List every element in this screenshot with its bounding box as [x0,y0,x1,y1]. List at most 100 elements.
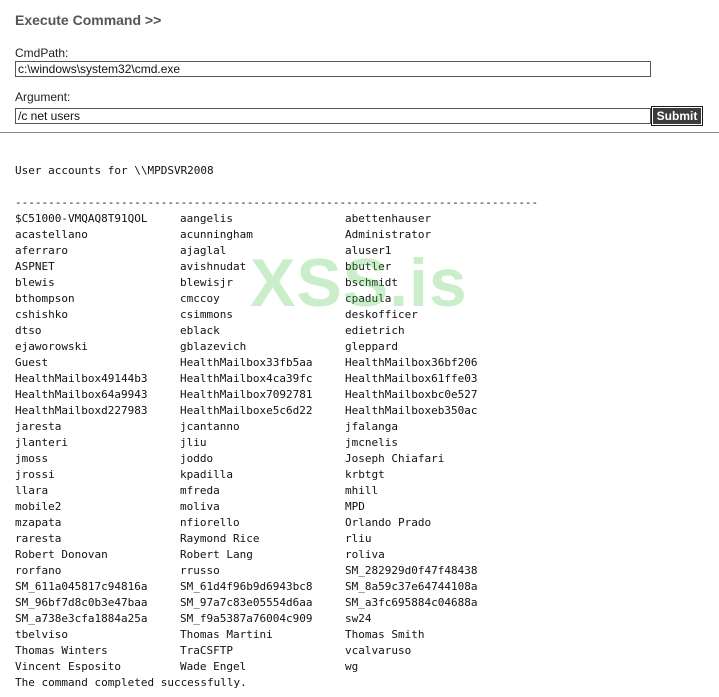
account-name: jcantanno [180,420,240,433]
output-blank-line [15,179,538,195]
account-name: SM_a3fc695884c04688a [345,596,478,609]
account-row: tbelviso Thomas Martini Thomas Smith [15,627,538,643]
account-row: dtso eblack edietrich [15,323,538,339]
account-name: Thomas Martini [180,628,273,641]
account-name: sw24 [345,612,372,625]
output-separator: ----------------------------------------… [15,196,539,209]
account-name: blewisjr [180,276,233,289]
account-name: Vincent Esposito [15,660,121,673]
account-name: Administrator [345,228,432,241]
account-name: avishnudat [180,260,247,273]
submit-button[interactable]: Submit [651,106,703,126]
page-title: Execute Command >> [15,12,162,28]
account-row: aferraro ajaglal aluser1 [15,243,538,259]
account-name: HealthMailbox36bf206 [345,356,478,369]
account-name: krbtgt [345,468,385,481]
account-name: HealthMailbox7092781 [180,388,313,401]
account-row: acastellano acunningham Administrator [15,227,538,243]
account-name: gleppard [345,340,398,353]
account-name: HealthMailboxeb350ac [345,404,478,417]
argument-label: Argument: [15,90,71,104]
account-name: HealthMailbox4ca39fc [180,372,313,385]
account-row: SM_a738e3cfa1884a25a SM_f9a5387a76004c909… [15,611,538,627]
account-name: mfreda [180,484,220,497]
account-name: SM_f9a5387a76004c909 [180,612,313,625]
account-name: aluser1 [345,244,392,257]
account-name: MPD [345,500,365,513]
account-name: abettenhauser [345,212,432,225]
account-name: Thomas Winters [15,644,108,657]
account-name: mzapata [15,516,62,529]
account-name: Robert Lang [180,548,253,561]
account-name: Raymond Rice [180,532,260,545]
account-name: rrusso [180,564,220,577]
account-row: llara mfreda mhill [15,483,538,499]
account-row: Robert Donovan Robert Lang roliva [15,547,538,563]
account-row: SM_611a045817c94816a SM_61d4f96b9d6943bc8… [15,579,538,595]
argument-input[interactable] [15,108,651,124]
divider [0,132,719,133]
account-name: bschmidt [345,276,398,289]
account-row: bthompson cmccoy cpadula [15,291,538,307]
account-name: HealthMailbox49144b3 [15,372,148,385]
command-output: User accounts for \\MPDSVR2008 ---------… [15,163,538,691]
account-name: $C51000-VMQAQ8T91QOL [15,212,148,225]
account-name: SM_96bf7d8c0b3e47baa [15,596,148,609]
accounts-list: $C51000-VMQAQ8T91QOL aangelis abettenhause… [15,211,538,675]
account-name: jfalanga [345,420,398,433]
account-row: HealthMailbox49144b3 HealthMailbox4ca39fc… [15,371,538,387]
account-name: edietrich [345,324,405,337]
account-name: HealthMailboxe5c6d22 [180,404,313,417]
account-name: deskofficer [345,308,418,321]
account-name: mhill [345,484,379,497]
account-name: HealthMailboxbc0e527 [345,388,478,401]
account-row: jaresta jcantanno jfalanga [15,419,538,435]
account-name: gblazevich [180,340,247,353]
account-name: Guest [15,356,49,369]
account-name: kpadilla [180,468,233,481]
account-name: jlanteri [15,436,68,449]
account-name: cshishko [15,308,68,321]
account-row: Guest HealthMailbox33fb5aa HealthMailbox36… [15,355,538,371]
account-name: TraCSFTP [180,644,233,657]
account-row: HealthMailbox64a9943 HealthMailbox7092781… [15,387,538,403]
account-name: SM_282929d0f47f48438 [345,564,478,577]
account-row: jrossi kpadilla krbtgt [15,467,538,483]
account-row: $C51000-VMQAQ8T91QOL aangelis abettenhause… [15,211,538,227]
account-name: roliva [345,548,385,561]
account-name: HealthMailbox61ffe03 [345,372,478,385]
account-name: ASPNET [15,260,55,273]
account-name: ajaglal [180,244,227,257]
account-name: moliva [180,500,220,513]
account-name: mobile2 [15,500,62,513]
cmdpath-label: CmdPath: [15,46,69,60]
account-row: Vincent Esposito Wade Engel wg [15,659,538,675]
account-row: mobile2 moliva MPD [15,499,538,515]
cmdpath-input[interactable] [15,61,651,77]
account-name: cpadula [345,292,392,305]
account-row: jmoss joddo Joseph Chiafari [15,451,538,467]
account-name: aferraro [15,244,68,257]
account-row: SM_96bf7d8c0b3e47baa SM_97a7c83e05554d6aa… [15,595,538,611]
account-name: wg [345,660,359,673]
output-footer: The command completed successfully. [15,676,247,689]
account-name: Thomas Smith [345,628,425,641]
account-name: Robert Donovan [15,548,108,561]
account-name: HealthMailboxd227983 [15,404,148,417]
account-name: ejaworowski [15,340,88,353]
account-row: mzapata nfiorello Orlando Prado [15,515,538,531]
account-name: csimmons [180,308,233,321]
account-name: SM_611a045817c94816a [15,580,148,593]
account-row: rorfano rrusso SM_282929d0f47f48438 [15,563,538,579]
account-name: jmcnelis [345,436,398,449]
account-name: vcalvaruso [345,644,412,657]
account-row: jlanteri jliu jmcnelis [15,435,538,451]
account-name: jliu [180,436,207,449]
account-name: dtso [15,324,42,337]
account-name: SM_a738e3cfa1884a25a [15,612,148,625]
account-name: raresta [15,532,62,545]
account-name: eblack [180,324,220,337]
account-row: ejaworowski gblazevich gleppard [15,339,538,355]
account-name: cmccoy [180,292,220,305]
account-name: bthompson [15,292,75,305]
